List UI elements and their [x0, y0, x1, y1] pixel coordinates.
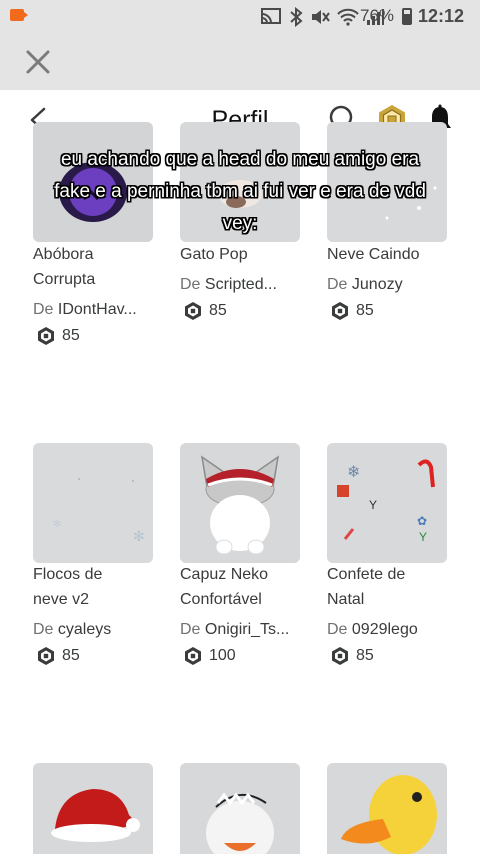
item-price: 85 — [36, 326, 80, 346]
snowflakes-image: ✻ ✻ — [53, 478, 145, 544]
robux-icon — [38, 327, 54, 345]
svg-text:Y: Y — [369, 498, 377, 512]
caption-line: fake e a perninha tbm ai fui ver e era d… — [54, 181, 426, 202]
top-bar — [0, 34, 480, 90]
goose-image — [206, 792, 274, 854]
robux-icon — [332, 302, 348, 320]
item-price: 85 — [330, 646, 374, 666]
item-thumbnail-capuz-neko[interactable] — [180, 443, 300, 563]
item-name[interactable]: Confete de Natal — [327, 562, 463, 612]
robux-icon — [38, 647, 54, 665]
item-creator[interactable]: De Onigiri_Ts... — [180, 621, 316, 639]
item-price: 85 — [330, 301, 374, 321]
bluetooth-icon — [290, 7, 303, 27]
svg-text:Y: Y — [419, 530, 427, 544]
clock: 12:12 — [418, 6, 465, 26]
mute-icon — [312, 10, 330, 24]
robux-icon — [332, 647, 348, 665]
item-name[interactable]: Abóbora Corrupta — [33, 242, 169, 292]
santa-hat-image — [51, 789, 140, 842]
wifi-icon — [337, 8, 359, 26]
screen-record-icon — [10, 9, 28, 21]
item-name[interactable]: Capuz Neko Confortável — [180, 562, 316, 612]
item-creator[interactable]: De Junozy — [327, 276, 463, 294]
neko-hood-image — [200, 455, 280, 555]
robux-icon — [185, 647, 201, 665]
battery-percent: 76% — [360, 6, 395, 25]
svg-text:❄: ❄ — [347, 464, 360, 481]
item-creator[interactable]: De Scripted... — [180, 276, 316, 294]
cast-icon — [261, 8, 281, 24]
item-thumbnail-goose-head[interactable] — [180, 763, 300, 854]
video-caption: eu achando que a head do meu amigo era f… — [0, 144, 480, 240]
svg-text:✻: ✻ — [133, 528, 145, 544]
duck-image — [341, 775, 437, 854]
svg-text:✿: ✿ — [417, 514, 427, 528]
caption-line: vey: — [222, 213, 258, 234]
item-creator[interactable]: De cyaleys — [33, 621, 169, 639]
item-price: 100 — [183, 646, 236, 666]
item-name[interactable]: Flocos de neve v2 — [33, 562, 169, 612]
item-thumbnail-flocos-de-neve[interactable]: ✻ ✻ — [33, 443, 153, 563]
svg-text:✻: ✻ — [53, 519, 61, 530]
status-bar: 76% 12:12 — [0, 0, 480, 34]
close-icon[interactable] — [24, 48, 52, 76]
christmas-confetti-image: ❄ Y ✿ Y — [337, 459, 435, 544]
item-creator[interactable]: De 0929lego — [327, 621, 463, 639]
item-name[interactable]: Neve Caindo — [327, 242, 463, 267]
caption-line: eu achando que a head do meu amigo era — [60, 149, 420, 170]
item-name[interactable]: Gato Pop — [180, 242, 316, 267]
robux-icon — [185, 302, 201, 320]
item-creator[interactable]: De IDontHav... — [33, 301, 169, 319]
item-thumbnail-duck-head[interactable] — [327, 763, 447, 854]
item-price: 85 — [36, 646, 80, 666]
item-thumbnail-santa-hat[interactable] — [33, 763, 153, 854]
item-price: 85 — [183, 301, 227, 321]
item-thumbnail-confete-de-natal[interactable]: ❄ Y ✿ Y — [327, 443, 447, 563]
battery-icon — [402, 8, 412, 25]
